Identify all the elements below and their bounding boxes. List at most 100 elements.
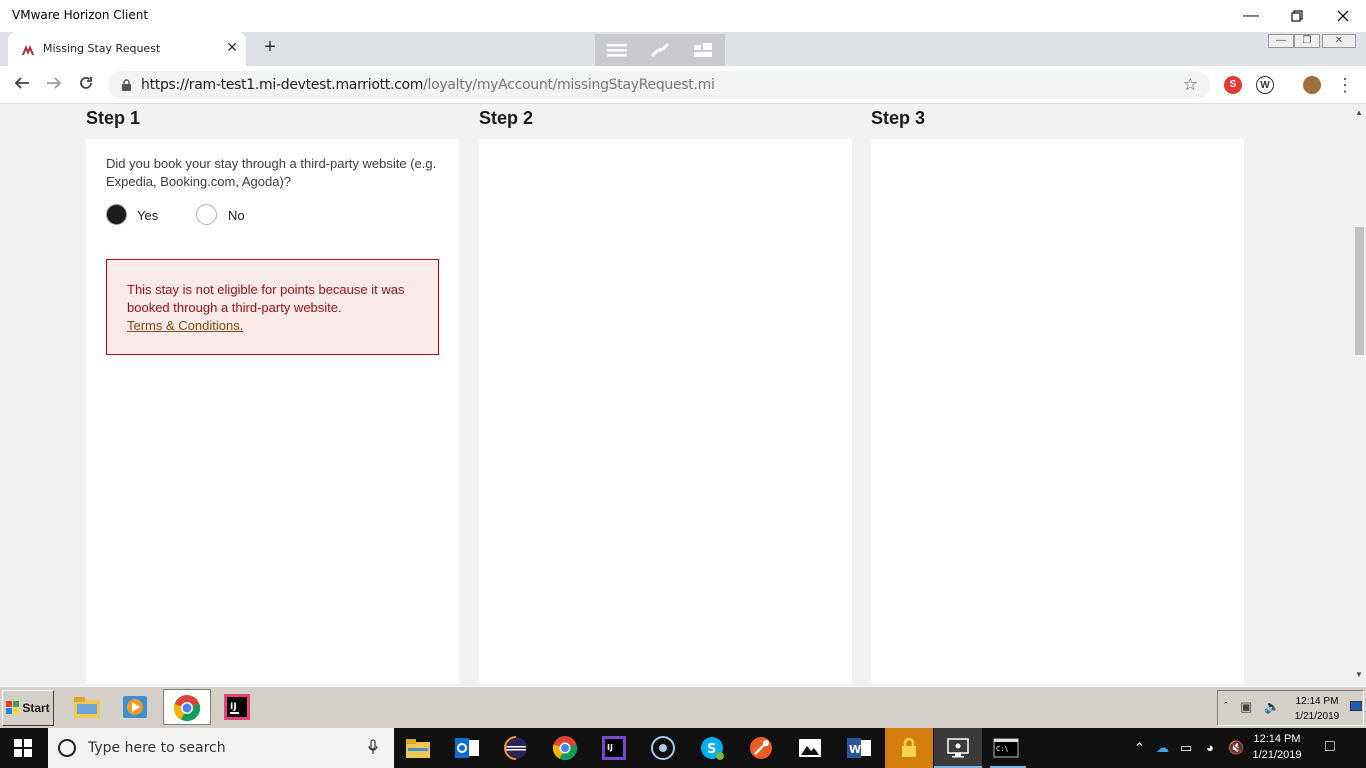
taskbar-search[interactable]: Type here to search — [48, 728, 394, 768]
scroll-up-icon[interactable]: ▲ — [1355, 108, 1363, 117]
step-2-panel — [479, 139, 852, 684]
chrome-os-taskbar-icon[interactable] — [551, 734, 579, 762]
postman-taskbar-icon[interactable] — [747, 734, 775, 762]
battery-icon[interactable]: ▭ — [1180, 740, 1192, 756]
back-button[interactable] — [10, 74, 34, 96]
tab-title: Missing Stay Request — [43, 42, 161, 55]
os-time: 12:14 PM — [1253, 733, 1301, 745]
terms-conditions-link[interactable]: Terms & Conditions. — [127, 317, 243, 335]
disconnect-icon[interactable] — [648, 41, 672, 59]
os-taskbar: Type here to search IJ S W C:\ ⌃ ☁ ▭ ◕ 🔇… — [0, 728, 1366, 768]
vpn-lock-taskbar-icon[interactable] — [885, 728, 933, 768]
windows-start-icon[interactable] — [14, 739, 32, 757]
extension-w-icon[interactable]: W — [1256, 76, 1274, 94]
menu-icon[interactable] — [605, 41, 629, 59]
new-tab-button[interactable]: + — [258, 36, 282, 59]
browser-toolbar: https://ram-test1.mi-devtest.marriott.co… — [0, 66, 1366, 104]
onedrive-icon[interactable]: ☁ — [1156, 740, 1169, 756]
bookmark-star-icon[interactable]: ☆ — [1183, 75, 1198, 95]
minimize-icon: — — [1243, 7, 1259, 24]
intellij-os-taskbar-icon[interactable]: IJ — [600, 734, 628, 762]
microphone-icon[interactable] — [368, 739, 378, 758]
vmware-horizon-taskbar-icon[interactable] — [934, 728, 982, 768]
page-scrollbar[interactable]: ▲ ▼ — [1352, 104, 1366, 684]
cortana-icon — [58, 739, 76, 757]
scroll-down-icon[interactable]: ▼ — [1355, 670, 1363, 679]
lock-icon — [122, 79, 131, 91]
step-1-panel: Did you book your stay through a third-p… — [86, 139, 459, 684]
eclipse-taskbar-icon[interactable] — [502, 734, 530, 762]
step-3-heading: Step 3 — [871, 108, 926, 128]
tray-chevron-icon[interactable]: ⌃ — [1134, 740, 1145, 756]
url-path: /loyalty/myAccount/missingStayRequest.mi — [423, 77, 715, 93]
intellij-icon[interactable]: IJ — [222, 692, 252, 722]
windows-flag-icon — [6, 701, 20, 714]
file-explorer-icon[interactable] — [72, 692, 102, 722]
step-1-heading: Step 1 — [86, 108, 141, 128]
remote-system-tray: ˆ ▣ 🔈 12:14 PM 1/21/2019 — [1217, 690, 1364, 726]
svg-text:IJ: IJ — [607, 743, 613, 752]
step-2-heading: Step 2 — [479, 108, 534, 128]
os-date: 1/21/2019 — [1252, 749, 1302, 761]
tab-missing-stay-request[interactable]: Missing Stay Request ✕ — [8, 32, 246, 66]
tray-expand-icon[interactable]: ˆ — [1224, 701, 1228, 713]
scroll-thumb[interactable] — [1355, 227, 1364, 355]
forward-arrow-icon — [47, 77, 62, 89]
step-3-panel — [871, 139, 1244, 684]
remote-date: 1/21/2019 — [1294, 711, 1340, 722]
close-button[interactable] — [1320, 0, 1366, 32]
remote-minimize-icon[interactable]: — — [1268, 34, 1294, 48]
outlook-taskbar-icon[interactable] — [453, 734, 481, 762]
restore-icon — [1291, 10, 1303, 22]
address-bar[interactable]: https://ram-test1.mi-devtest.marriott.co… — [108, 71, 1210, 99]
notifications-icon[interactable]: □ — [1325, 738, 1335, 756]
svg-text:S: S — [707, 742, 716, 757]
os-clock[interactable]: 12:14 PM 1/21/2019 — [1247, 731, 1307, 763]
close-icon — [1337, 10, 1349, 22]
radio-yes[interactable] — [106, 204, 127, 225]
forward-button[interactable] — [42, 74, 66, 96]
remote-taskbar: Start IJ ˆ ▣ 🔈 12:14 PM 1/21/2019 — [0, 686, 1366, 728]
mute-icon[interactable]: 🔇 — [1228, 740, 1244, 756]
minimize-button[interactable]: — — [1228, 0, 1274, 32]
profile-avatar[interactable] — [1303, 76, 1321, 94]
page-content: Step 1 Step 2 Step 3 Did you book your s… — [0, 104, 1352, 684]
radio-no-label[interactable]: No — [228, 208, 245, 223]
marriott-favicon-icon — [22, 45, 34, 55]
skype-taskbar-icon[interactable]: S — [698, 734, 726, 762]
start-button[interactable]: Start — [2, 690, 54, 726]
remote-close-icon[interactable]: ✕ — [1322, 34, 1356, 48]
tab-close-icon[interactable]: ✕ — [226, 39, 238, 56]
url-host: https://ram-test1.mi-devtest.marriott.co… — [141, 77, 424, 93]
reload-icon — [80, 77, 92, 89]
chrome-menu-button[interactable]: ⋮ — [1333, 74, 1357, 96]
photos-taskbar-icon[interactable] — [796, 734, 824, 762]
chrome-taskbar-icon[interactable] — [163, 689, 211, 725]
command-prompt-taskbar-icon[interactable]: C:\ — [992, 734, 1020, 762]
url-text: https://ram-test1.mi-devtest.marriott.co… — [141, 77, 715, 93]
radio-yes-label[interactable]: Yes — [137, 208, 158, 223]
extension-s-icon[interactable]: S — [1224, 76, 1242, 94]
vmware-floating-toolbar — [595, 34, 725, 66]
window-title: VMware Horizon Client — [12, 8, 149, 22]
reload-button[interactable] — [74, 74, 98, 96]
svg-text:W: W — [849, 743, 861, 756]
volume-icon[interactable]: 🔈 — [1264, 699, 1280, 715]
svg-text:IJ: IJ — [230, 702, 237, 712]
radio-no[interactable] — [196, 204, 217, 225]
show-desktop-icon[interactable] — [1350, 701, 1362, 711]
third-party-question: Did you book your stay through a third-p… — [106, 156, 437, 189]
ineligible-alert: This stay is not eligible for points bec… — [106, 259, 439, 355]
wifi-icon[interactable]: ◕ — [1206, 740, 1214, 755]
plus-icon: + — [264, 36, 276, 58]
media-player-icon[interactable] — [120, 692, 150, 722]
explorer-taskbar-icon[interactable] — [404, 734, 432, 762]
word-taskbar-icon[interactable]: W — [845, 734, 873, 762]
remote-restore-icon[interactable]: ❐ — [1294, 34, 1320, 48]
network-icon[interactable]: ▣ — [1240, 699, 1252, 715]
remote-clock[interactable]: 12:14 PM 1/21/2019 — [1290, 694, 1344, 724]
circle-app-taskbar-icon[interactable] — [649, 734, 677, 762]
restore-button[interactable] — [1274, 0, 1320, 32]
kebab-menu-icon: ⋮ — [1336, 75, 1354, 95]
devices-icon[interactable] — [691, 41, 715, 59]
